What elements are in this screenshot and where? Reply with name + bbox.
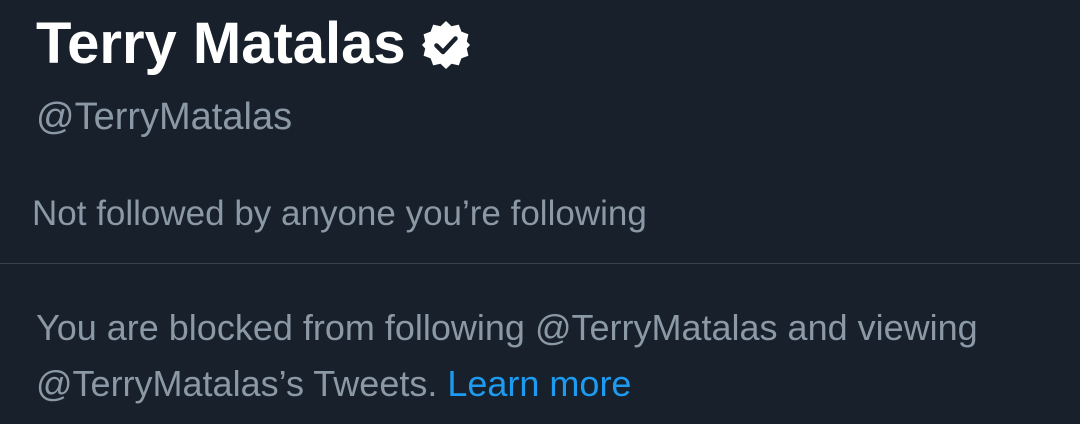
display-name: Terry Matalas bbox=[36, 11, 406, 76]
profile-handle: @TerryMatalas bbox=[36, 96, 293, 138]
followers-you-know-text: Not followed by anyone you’re following bbox=[32, 194, 647, 233]
blocked-notice: You are blocked from following @TerryMat… bbox=[36, 300, 1046, 412]
profile-header: Terry Matalas bbox=[36, 10, 472, 78]
section-divider bbox=[0, 263, 1080, 264]
learn-more-link[interactable]: Learn more bbox=[447, 363, 631, 404]
verified-badge-icon[interactable] bbox=[420, 19, 472, 71]
